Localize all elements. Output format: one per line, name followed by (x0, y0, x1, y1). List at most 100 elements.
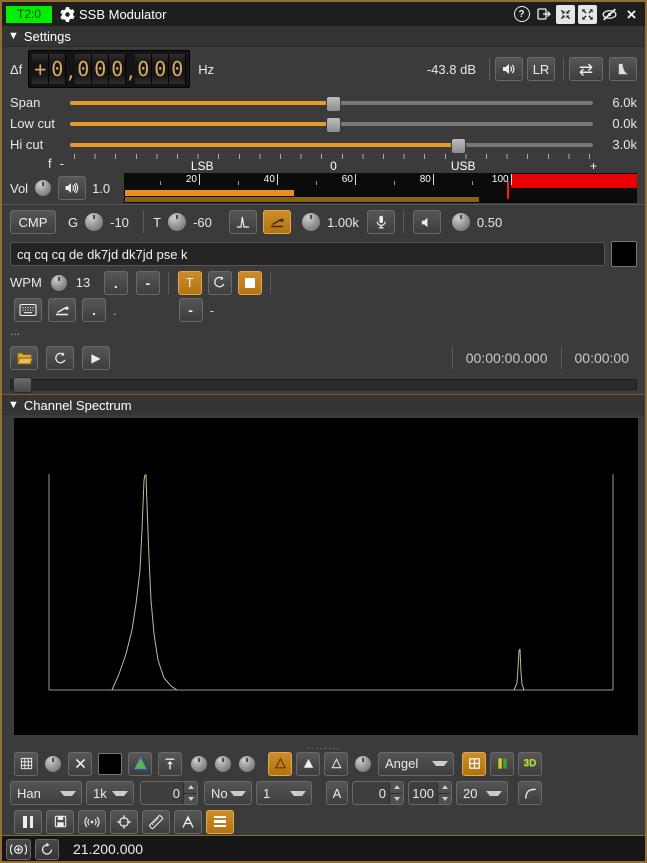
span-slider-handle[interactable] (325, 95, 341, 112)
colormap-select[interactable]: Angel (378, 751, 454, 776)
hide-icon[interactable] (600, 5, 619, 24)
window-title: SSB Modulator (79, 6, 167, 22)
keyer-dash-button[interactable]: - (178, 298, 203, 322)
delta-f-label: Δf (10, 61, 23, 77)
ref-to-top-button[interactable] (158, 751, 182, 776)
play-text-button[interactable]: T (177, 270, 202, 295)
menu-button[interactable] (206, 809, 234, 834)
waterfall-button[interactable] (490, 751, 514, 776)
lsb-label: LSB (190, 158, 214, 173)
lowcut-slider[interactable] (70, 116, 593, 133)
help-icon[interactable]: ? (512, 5, 531, 24)
stop-button[interactable] (237, 270, 262, 295)
clear-spectrum-button[interactable] (68, 751, 92, 776)
close-icon[interactable]: × (622, 5, 641, 24)
wpm-row: WPM 13 . - T (2, 269, 645, 296)
frequency-scale: LSB 0 USB + (73, 153, 597, 173)
mic-input-button[interactable] (366, 210, 395, 234)
span-slider[interactable] (70, 95, 593, 112)
swap-arrows-icon: ⇄ (578, 59, 594, 79)
grid-intensity-knob[interactable] (44, 754, 62, 773)
feedback-audio-button[interactable] (412, 210, 441, 234)
hicut-slider-handle[interactable] (451, 137, 467, 154)
fft-size-select[interactable]: 1k (86, 781, 134, 805)
broadcast-icon (84, 816, 100, 827)
span-value: 6.0k (612, 95, 637, 110)
trace-knob-1[interactable] (190, 754, 208, 773)
max-hold-button[interactable] (268, 751, 292, 776)
trace-outline-button[interactable] (324, 751, 348, 776)
play-dashes-button[interactable]: - (135, 270, 160, 295)
cmp-gain-knob[interactable] (84, 212, 105, 232)
offset-spin[interactable]: 0 (352, 781, 404, 805)
frequency-dial[interactable]: +0, 0 0 0, 0 0 0 (28, 50, 191, 88)
gear-icon[interactable] (58, 5, 77, 24)
open-file-button[interactable] (10, 346, 38, 370)
audio-monitor-button[interactable] (495, 57, 523, 81)
meter-avg-bar (125, 197, 479, 202)
calibration-button[interactable] (174, 809, 202, 834)
fft-window-select[interactable]: Han (10, 781, 82, 805)
filter-shape-button[interactable] (609, 57, 637, 81)
settings-section-header[interactable]: ▼ Settings (2, 26, 645, 47)
ref-level-spin[interactable]: 0 (140, 781, 198, 805)
cw-message-input[interactable]: cq cq cq de dk7jd dk7jd pse k (10, 242, 605, 266)
shift-frequency-button[interactable] (35, 838, 59, 860)
iambic-key-button[interactable] (48, 298, 76, 322)
resize-handle[interactable] (2, 739, 645, 747)
filter-response-button[interactable] (518, 781, 542, 805)
cmp-threshold-knob[interactable] (167, 212, 188, 232)
background-color-swatch[interactable] (98, 752, 122, 775)
feedback-volume-knob[interactable] (450, 212, 471, 232)
play-dots-button[interactable]: . (103, 270, 128, 295)
decay-select[interactable]: 20 (456, 781, 508, 805)
spectrum-section-header[interactable]: ▼ Channel Spectrum (2, 394, 645, 415)
zoom-center-button[interactable] (6, 838, 31, 860)
wpm-knob[interactable] (49, 273, 68, 292)
measurements-button[interactable] (142, 809, 170, 834)
file-loop-button[interactable] (46, 346, 74, 370)
spectrum-settings-row: Han 1k 0 No 1 A 0 100 20 (2, 779, 645, 807)
trace-knob-3[interactable] (238, 754, 256, 773)
keyer-dot-button[interactable]: . (82, 298, 106, 322)
seek-slider-handle[interactable] (13, 376, 32, 393)
hicut-slider[interactable] (70, 137, 593, 154)
grid-button[interactable] (14, 751, 38, 776)
trace-intensity-knob[interactable] (354, 754, 372, 773)
range-spin[interactable]: 100 (408, 781, 452, 805)
markers-button[interactable] (110, 809, 138, 834)
chevron-down-icon (486, 790, 502, 796)
black-square-button[interactable] (611, 241, 637, 267)
player-row: ▶ 00:00:00.000 00:00:00 (2, 342, 645, 374)
freeze-button[interactable] (14, 809, 42, 834)
morse-keyer-button[interactable] (263, 210, 292, 234)
lr-channels-button[interactable]: LR (527, 57, 555, 81)
keyboard-keyer-button[interactable] (14, 298, 42, 322)
file-play-button[interactable]: ▶ (82, 346, 110, 370)
spectrogram-3d-button[interactable]: 3D (518, 751, 542, 776)
current-trace-button[interactable] (296, 751, 320, 776)
lowcut-slider-handle[interactable] (325, 116, 341, 133)
arrow-to-top-icon (165, 758, 175, 769)
cw-spectrum-button[interactable] (229, 210, 258, 234)
morse-key-icon (56, 306, 69, 316)
autoscale-button[interactable]: A (326, 781, 348, 805)
sideband-swap-button[interactable]: ⇄ (569, 57, 603, 81)
tone-pitch-knob[interactable] (301, 212, 322, 232)
stream-button[interactable] (78, 809, 106, 834)
maximize-icon[interactable] (578, 4, 597, 24)
move-to-workspace-icon[interactable] (534, 5, 553, 24)
compressor-row: CMP G -10 T -60 1.00k 0.50 (2, 207, 645, 237)
volume-knob[interactable] (34, 179, 53, 197)
seek-slider[interactable] (10, 376, 637, 393)
mic-monitor-button[interactable] (58, 176, 87, 200)
save-spectrum-button[interactable] (46, 809, 74, 834)
shrink-icon[interactable] (556, 4, 575, 24)
gradient-style-button[interactable] (128, 751, 152, 776)
histogram-button[interactable] (462, 751, 486, 776)
loop-playback-button[interactable] (207, 270, 232, 295)
cmp-button[interactable]: CMP (10, 210, 56, 234)
averaging-count-select[interactable]: 1 (256, 781, 312, 805)
trace-knob-2[interactable] (214, 754, 232, 773)
averaging-mode-select[interactable]: No (204, 781, 252, 805)
